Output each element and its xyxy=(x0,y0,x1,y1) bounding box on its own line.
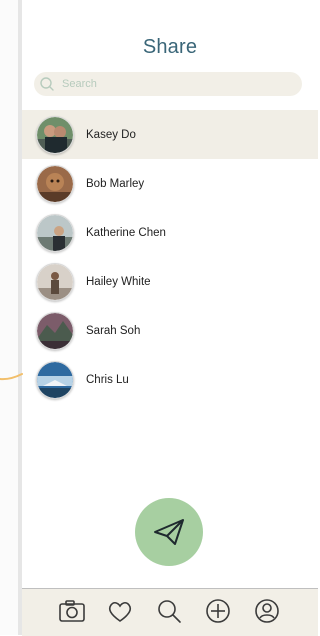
contact-row-kasey-do[interactable]: Kasey Do xyxy=(22,110,318,159)
avatar-bob-marley xyxy=(36,164,74,203)
contact-row-chris-lu[interactable]: Chris Lu xyxy=(22,355,318,404)
search-icon xyxy=(158,600,181,623)
contact-row-bob-marley[interactable]: Bob Marley xyxy=(22,159,318,208)
contact-name: Sarah Soh xyxy=(86,324,141,337)
plus-circle-icon xyxy=(206,599,230,623)
left-rail xyxy=(0,0,20,635)
nav-camera-button[interactable] xyxy=(56,595,88,627)
contact-row-sarah-soh[interactable]: Sarah Soh xyxy=(22,306,318,355)
bottom-navigation xyxy=(22,588,318,636)
contact-name: Hailey White xyxy=(86,275,151,288)
nav-search-button[interactable] xyxy=(153,595,185,627)
avatar-kasey-do xyxy=(36,115,74,154)
page-title: Share xyxy=(142,36,198,58)
heart-icon xyxy=(108,601,132,622)
avatar-chris-lu xyxy=(36,360,74,399)
profile-icon xyxy=(255,599,279,623)
search-bar[interactable] xyxy=(34,72,302,96)
contact-list: Kasey Do Bob Marley Katherine Chen Haile… xyxy=(22,110,318,404)
contact-name: Katherine Chen xyxy=(86,226,166,239)
contact-row-katherine-chen[interactable]: Katherine Chen xyxy=(22,208,318,257)
avatar-hailey-white xyxy=(36,262,74,301)
contact-name: Bob Marley xyxy=(86,177,145,190)
contact-name: Kasey Do xyxy=(86,128,136,141)
send-button[interactable] xyxy=(135,498,203,566)
camera-icon xyxy=(59,600,85,622)
nav-profile-button[interactable] xyxy=(251,595,283,627)
nav-add-button[interactable] xyxy=(202,595,234,627)
avatar-sarah-soh xyxy=(36,311,74,350)
orange-line-decoration xyxy=(0,373,23,381)
contact-row-hailey-white[interactable]: Hailey White xyxy=(22,257,318,306)
avatar-katherine-chen xyxy=(36,213,74,252)
contact-name: Chris Lu xyxy=(86,373,129,386)
paper-plane-icon xyxy=(154,519,184,545)
nav-favorites-button[interactable] xyxy=(104,595,136,627)
search-icon xyxy=(38,75,56,93)
search-input[interactable] xyxy=(60,77,284,91)
